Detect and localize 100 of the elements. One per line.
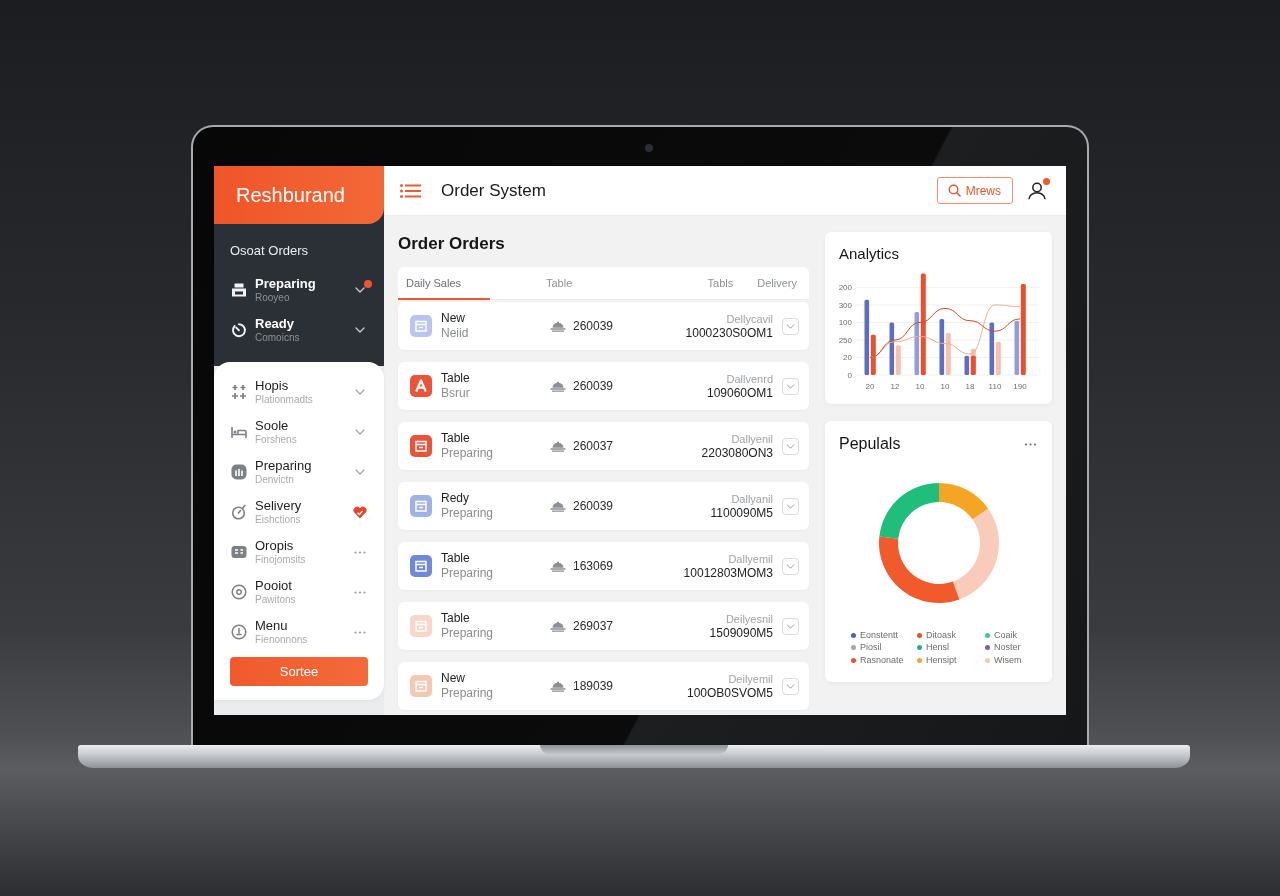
- order-title: Table: [441, 551, 471, 566]
- legend-label: Noster: [994, 642, 1021, 654]
- order-code: 1509090M5: [709, 625, 773, 641]
- chevron-down-icon: [355, 469, 365, 475]
- order-row[interactable]: Redy Preparing 260039 Dallyanil 1100090M5: [398, 482, 809, 530]
- menu-icon[interactable]: [400, 183, 421, 198]
- legend-label: Piosil: [860, 642, 882, 654]
- tray-icon: [231, 282, 247, 298]
- legend-label: Coaik: [994, 629, 1017, 641]
- expand-button[interactable]: [782, 317, 799, 335]
- legend-label: Hensl: [926, 642, 949, 654]
- card-title: Pepulals: [839, 435, 901, 453]
- order-number: 260039: [573, 499, 615, 513]
- item-caption: Finojomsits: [255, 553, 307, 566]
- cloche-icon: [550, 560, 566, 572]
- page-heading: Order Orders: [398, 234, 506, 254]
- legend-label: Ditoask: [926, 629, 956, 641]
- order-code: 1100090M5: [710, 505, 773, 521]
- order-number: 269037: [573, 619, 615, 633]
- chevron-down-icon: [355, 287, 365, 293]
- item-title: Preparing: [255, 276, 317, 291]
- order-row[interactable]: New Preparing 189039 Deilyemil 100OB0SVOM5: [398, 662, 809, 710]
- order-number: 260039: [573, 379, 615, 393]
- order-row[interactable]: Table Preparing 163069 Dallyemil 10012803MOM3: [398, 542, 809, 590]
- order-code: 109060OM1: [706, 385, 773, 401]
- expand-button[interactable]: [782, 557, 799, 575]
- legend-label: Hensipt: [926, 654, 957, 666]
- order-status: Preparing: [441, 686, 495, 701]
- axis-label: 200: [838, 283, 852, 293]
- order-title: Redy: [441, 491, 470, 506]
- sidebar-item[interactable]: Oropis Finojomsits: [214, 532, 384, 572]
- chevron-down-icon: [355, 389, 365, 395]
- app-title: Order System: [441, 180, 546, 201]
- order-title: New: [441, 671, 466, 686]
- timer-icon: [231, 322, 247, 338]
- sidebar-item[interactable]: Preparing Denvictn: [214, 452, 384, 492]
- clock-icon: [231, 624, 247, 640]
- more-icon[interactable]: [354, 590, 366, 594]
- webcam-icon: [645, 144, 653, 152]
- sidebar-item[interactable]: Ready Comoicns: [214, 310, 384, 350]
- order-status: Bsrur: [441, 386, 471, 401]
- chevron-down-icon: [786, 443, 795, 449]
- chevron-down-icon: [786, 683, 795, 689]
- expand-button[interactable]: [782, 677, 799, 695]
- expand-button[interactable]: [782, 617, 799, 635]
- order-code: 2203080ON3: [701, 445, 773, 461]
- order-status: Neiid: [441, 326, 470, 341]
- delivery-label: Deilyemil: [728, 671, 773, 686]
- item-title: Ready: [255, 316, 296, 331]
- item-title: Selivery: [255, 498, 303, 513]
- expand-button[interactable]: [782, 497, 799, 515]
- delivery-label: Dallvenrd: [726, 371, 773, 386]
- axis-label: 20: [843, 353, 852, 363]
- expand-button[interactable]: [782, 377, 799, 395]
- order-status: Preparing: [441, 566, 495, 581]
- sidebar-item[interactable]: Pooiot Pawitons: [214, 572, 384, 612]
- item-title: Hopis: [255, 378, 290, 393]
- order-number: 189039: [573, 679, 615, 693]
- rounded-tile-icon: [231, 464, 247, 480]
- axis-label: 0: [847, 371, 852, 380]
- order-row[interactable]: New Neiid 260039 Dellycavil 1000230S0OM1: [398, 302, 809, 350]
- more-icon[interactable]: [1024, 442, 1037, 446]
- cloche-icon: [550, 380, 566, 392]
- item-caption: Pawitons: [255, 593, 297, 606]
- chevron-down-icon: [786, 383, 795, 389]
- more-icon[interactable]: [354, 630, 366, 634]
- sidebar-item[interactable]: Menu Fienonnons: [214, 612, 384, 652]
- axis-label: 100: [838, 318, 852, 328]
- sidebar-item[interactable]: Preparing Rooyeo: [214, 270, 384, 310]
- item-caption: Comoicns: [255, 331, 301, 344]
- user-icon[interactable]: [1028, 181, 1046, 200]
- alert-badge-icon: [353, 505, 367, 519]
- expand-button[interactable]: [782, 437, 799, 455]
- ring-icon: [231, 584, 247, 600]
- item-caption: Forshens: [255, 433, 298, 446]
- axis-label: 250: [838, 335, 852, 345]
- card-title: Analytics: [839, 246, 901, 262]
- order-title: Table: [441, 371, 471, 386]
- sidebar-item[interactable]: Selivery Eishctions: [214, 492, 384, 532]
- order-row[interactable]: Table Preparing 269037 Deilyesnil 1509090M5: [398, 602, 809, 650]
- sidebar-item[interactable]: Hopis Plationmadts: [214, 372, 384, 412]
- axis-label: 300: [838, 300, 852, 310]
- legend-label: Wisem: [994, 654, 1022, 666]
- cloche-icon: [550, 680, 566, 692]
- sidebar-item[interactable]: Soole Forshens: [214, 412, 384, 452]
- order-title: Table: [441, 431, 471, 446]
- delivery-label: Dallyanil: [731, 491, 773, 506]
- order-title: Table: [441, 611, 471, 626]
- delivery-label: Dallyenil: [731, 431, 773, 446]
- cloche-icon: [550, 440, 566, 452]
- cross-cluster-icon: [231, 384, 247, 400]
- order-code: 10012803MOM3: [683, 565, 773, 581]
- order-row[interactable]: Table Preparing 260037 Dallyenil 2203080ON3: [398, 422, 809, 470]
- item-title: Menu: [255, 618, 289, 633]
- search-button[interactable]: Mrews: [936, 177, 1013, 204]
- axis-label: 18: [965, 382, 975, 391]
- order-row[interactable]: Table Bsrur 260039 Dallvenrd 109060OM1: [398, 362, 809, 410]
- tab[interactable]: Daily Sales: [398, 267, 490, 300]
- cloche-icon: [550, 320, 566, 332]
- more-icon[interactable]: [354, 550, 366, 554]
